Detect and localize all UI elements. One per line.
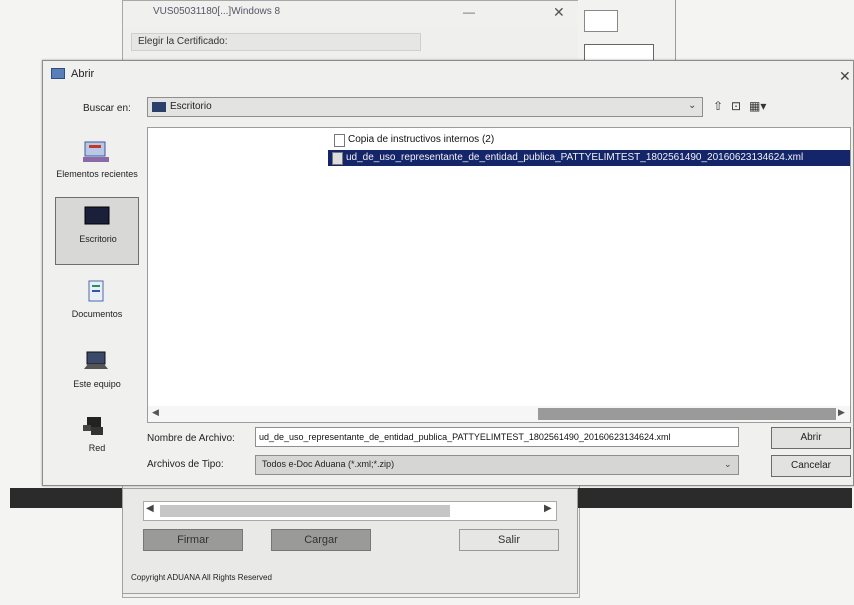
folder-icon (152, 102, 166, 112)
dialog-title: Abrir (71, 68, 95, 80)
open-button[interactable]: Abrir (771, 427, 851, 449)
place-label: Red (88, 443, 106, 453)
place-this-pc[interactable]: Este equipo (55, 343, 139, 411)
scroll-left-icon[interactable]: ◀ (152, 407, 159, 418)
file-name-input[interactable]: ud_de_uso_representante_de_entidad_publi… (255, 427, 739, 447)
file-type-dropdown[interactable]: Todos e-Doc Aduana (*.xml;*.zip) ⌄ (255, 455, 739, 475)
background-side-panel (578, 0, 676, 62)
close-button[interactable]: ✕ (553, 4, 565, 21)
computer-icon (84, 351, 108, 369)
background-scrollbar[interactable]: ◀ ▶ (143, 501, 557, 521)
documents-icon (88, 280, 104, 302)
file-type-value: Todos e-Doc Aduana (*.xml;*.zip) (262, 459, 395, 469)
new-folder-icon[interactable]: ⊡ (731, 99, 741, 113)
cancel-button[interactable]: Cancelar (771, 455, 851, 477)
background-titlebar: VUS05031180[...]Windows 8 — ✕ (123, 1, 579, 27)
horizontal-scrollbar[interactable]: ◀ ▶ (148, 406, 850, 422)
place-documents[interactable]: Documentos (55, 273, 139, 341)
view-menu-icon[interactable]: ▦▾ (749, 99, 766, 113)
background-window-lower: ◀ ▶ Firmar Cargar Salir Copyright ADUANA… (122, 488, 578, 594)
place-network[interactable]: Red (55, 407, 139, 475)
desktop-icon (84, 206, 110, 225)
file-name-label: Nombre de Archivo: (147, 433, 235, 444)
place-recent-items[interactable]: Elementos recientes (55, 133, 139, 201)
look-in-value: Escritorio (170, 101, 212, 112)
close-button[interactable]: ✕ (839, 68, 851, 85)
chevron-down-icon[interactable]: ⌄ (724, 459, 732, 470)
xml-file-icon (332, 152, 343, 165)
file-icon (334, 134, 345, 147)
scroll-right-icon[interactable]: ▶ (544, 503, 552, 514)
background-window-title: VUS05031180[...]Windows 8 (153, 6, 281, 17)
background-field[interactable] (584, 10, 618, 32)
scroll-right-icon[interactable]: ▶ (838, 407, 845, 418)
scroll-left-icon[interactable]: ◀ (146, 503, 154, 514)
file-type-label: Archivos de Tipo: (147, 459, 224, 470)
place-label: Documentos (71, 309, 123, 319)
look-in-label: Buscar en: (83, 103, 131, 114)
up-folder-icon[interactable]: ⇧ (713, 99, 723, 113)
place-label: Escritorio (79, 234, 117, 244)
scroll-thumb[interactable] (160, 505, 450, 517)
file-list-item-selected[interactable]: ud_de_uso_representante_de_entidad_publi… (328, 150, 850, 166)
minimize-button[interactable]: — (463, 5, 475, 19)
cargar-button[interactable]: Cargar (271, 529, 371, 551)
chevron-down-icon[interactable]: ⌄ (688, 100, 696, 111)
recent-items-icon (83, 141, 109, 162)
salir-button[interactable]: Salir (459, 529, 559, 551)
java-window-icon (51, 68, 65, 79)
file-name: Copia de instructivos internos (2) (348, 134, 495, 145)
place-label: Elementos recientes (56, 169, 138, 179)
place-desktop[interactable]: Escritorio (55, 197, 139, 265)
file-list[interactable]: Copia de instructivos internos (2) ud_de… (147, 127, 851, 423)
scroll-thumb[interactable] (538, 408, 836, 420)
file-list-item[interactable]: Copia de instructivos internos (2) (330, 132, 850, 148)
network-icon (83, 417, 103, 435)
file-name: ud_de_uso_representante_de_entidad_publi… (346, 152, 804, 163)
copyright-text: Copyright ADUANA All Rights Reserved (131, 573, 272, 582)
firmar-button[interactable]: Firmar (143, 529, 243, 551)
look-in-dropdown[interactable]: Escritorio ⌄ (147, 97, 703, 117)
open-file-dialog: Abrir ✕ Buscar en: Escritorio ⌄ ⇧ ⊡ ▦▾ E… (42, 60, 854, 486)
place-label: Este equipo (73, 379, 121, 389)
certificate-label: Elegir la Certificado: (131, 33, 421, 51)
